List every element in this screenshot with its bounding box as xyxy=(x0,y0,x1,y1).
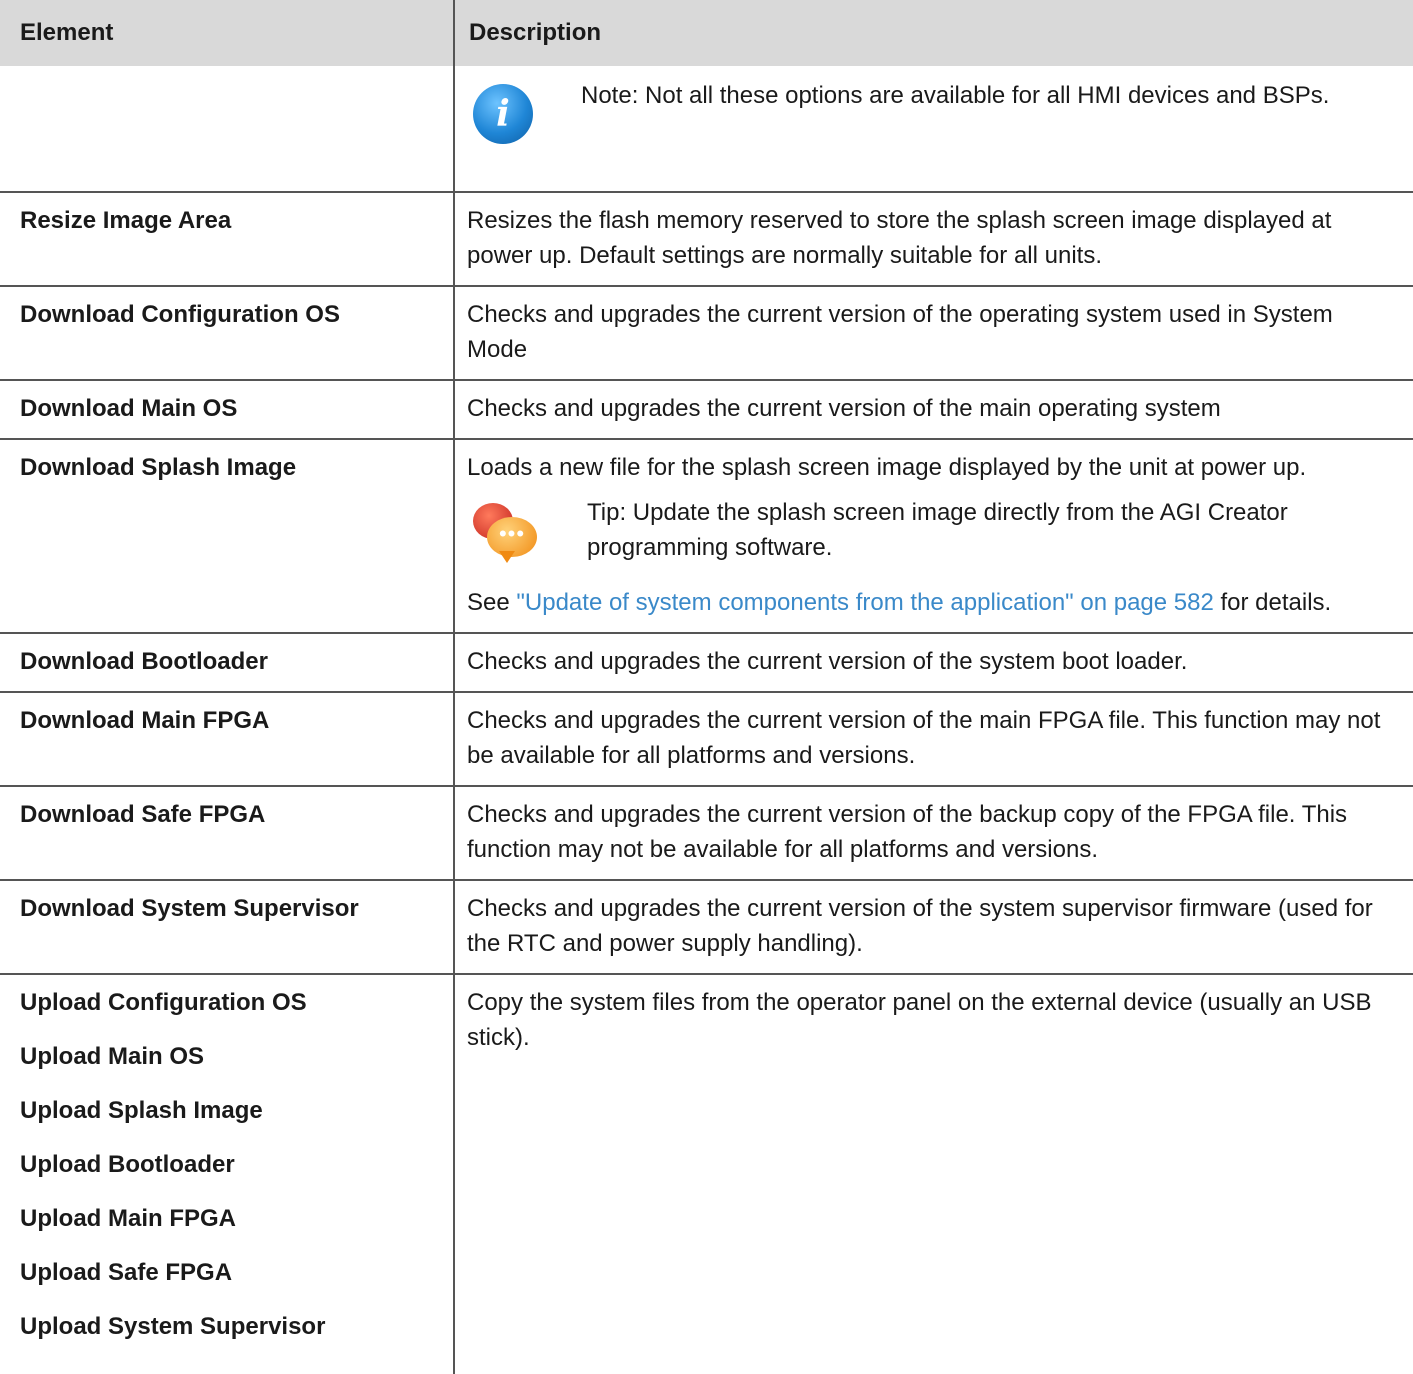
description-cell: Resizes the flash memory reserved to sto… xyxy=(454,192,1413,287)
chat-bubbles-icon: ••• xyxy=(471,501,537,567)
upload-item: Upload Safe FPGA xyxy=(20,1259,233,1286)
description-cell: Checks and upgrades the current version … xyxy=(454,633,1413,693)
table-row: Download Main FPGA Checks and upgrades t… xyxy=(0,692,1413,787)
table-row: Download System Supervisor Checks and up… xyxy=(0,880,1413,975)
splash-description: Loads a new file for the splash screen i… xyxy=(467,454,1307,481)
element-cell: Download Main FPGA xyxy=(0,692,455,787)
column-header-description: Description xyxy=(454,0,1413,66)
element-cell: Resize Image Area xyxy=(0,192,455,287)
see-prefix: See xyxy=(467,589,517,616)
description-cell: Checks and upgrades the current version … xyxy=(454,786,1413,881)
upload-item: Upload Configuration OS xyxy=(20,989,307,1016)
description-cell: Copy the system files from the operator … xyxy=(467,989,1372,1051)
element-cell: Download Bootloader xyxy=(0,633,455,693)
tip-block: ••• Tip: Update the splash screen image … xyxy=(467,495,1399,567)
description-cell: i Note: Not all these options are availa… xyxy=(454,66,1413,193)
table-row: i Note: Not all these options are availa… xyxy=(0,66,1413,193)
info-icon: i xyxy=(473,84,537,148)
upload-item: Upload Splash Image xyxy=(20,1097,263,1124)
element-cell: Download Configuration OS xyxy=(0,286,455,381)
table-row: Download Splash Image Loads a new file f… xyxy=(0,439,1413,634)
description-cell: Checks and upgrades the current version … xyxy=(454,286,1413,381)
table-row: Download Safe FPGA Checks and upgrades t… xyxy=(0,786,1413,881)
table-row: Download Configuration OS Checks and upg… xyxy=(0,286,1413,381)
column-header-element: Element xyxy=(0,0,455,66)
element-cell: Download System Supervisor xyxy=(0,880,455,975)
description-cell: Checks and upgrades the current version … xyxy=(454,880,1413,975)
cross-reference-link[interactable]: "Update of system components from the ap… xyxy=(516,589,1213,616)
options-table: Element Description i Note: Not all thes… xyxy=(0,0,1413,1374)
table-row: Download Main OS Checks and upgrades the… xyxy=(0,380,1413,440)
table-row: Upload Configuration OS Upload Main OS U… xyxy=(0,974,1413,1374)
table-header-row: Element Description xyxy=(0,0,1413,66)
table-row: Download Bootloader Checks and upgrades … xyxy=(0,633,1413,693)
element-cell: Download Main OS xyxy=(0,380,455,440)
element-cell: Download Splash Image xyxy=(0,439,455,634)
description-cell: Checks and upgrades the current version … xyxy=(454,380,1413,440)
see-suffix: for details. xyxy=(1213,589,1332,616)
description-cell: Checks and upgrades the current version … xyxy=(454,692,1413,787)
element-cell: Upload Configuration OS Upload Main OS U… xyxy=(0,974,455,1374)
tip-text: Tip: Update the splash screen image dire… xyxy=(587,499,1288,561)
element-cell xyxy=(0,66,455,193)
element-cell: Download Safe FPGA xyxy=(0,786,455,881)
description-cell: Loads a new file for the splash screen i… xyxy=(454,439,1413,634)
table-row: Resize Image Area Resizes the flash memo… xyxy=(0,192,1413,287)
upload-item: Upload System Supervisor xyxy=(20,1313,326,1340)
upload-item: Upload Bootloader xyxy=(20,1151,235,1178)
note-block: i Note: Not all these options are availa… xyxy=(467,78,1399,148)
see-also-text: See "Update of system components from th… xyxy=(467,585,1399,620)
note-text: Note: Not all these options are availabl… xyxy=(581,82,1330,109)
upload-item: Upload Main FPGA xyxy=(20,1205,236,1232)
upload-item: Upload Main OS xyxy=(20,1043,205,1070)
